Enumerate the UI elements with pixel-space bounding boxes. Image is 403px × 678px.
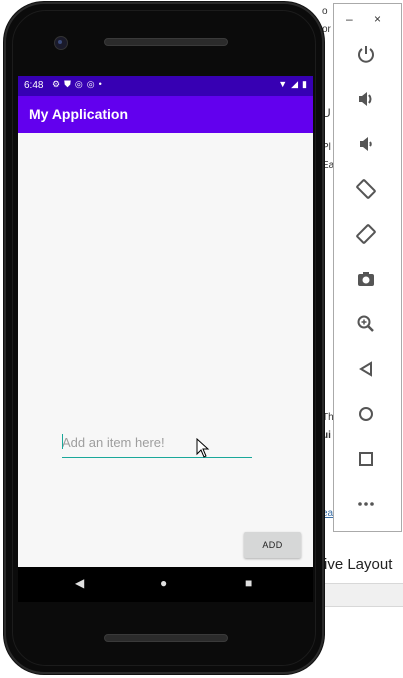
item-input-field[interactable] xyxy=(62,429,252,458)
back-icon xyxy=(359,361,372,377)
rotate-left-button[interactable] xyxy=(354,177,378,201)
close-button[interactable]: × xyxy=(374,12,381,26)
device-screen: 6:48 ⚙ ⛊ ◎ ◎ • ▼ ◢ ▮ My Application ADD xyxy=(18,76,313,567)
volume-up-button[interactable] xyxy=(354,87,378,111)
app-title: My Application xyxy=(29,106,129,122)
status-bar: 6:48 ⚙ ⛊ ◎ ◎ • ▼ ◢ ▮ xyxy=(18,76,313,96)
nav-back-icon[interactable]: ◀ xyxy=(75,576,84,590)
nav-recents-icon[interactable]: ■ xyxy=(245,576,252,590)
bg-layout-text: ive Layout xyxy=(324,556,393,573)
power-button[interactable] xyxy=(354,42,378,66)
status-notification-icons: ⚙ ⛊ ◎ ◎ • xyxy=(52,79,102,90)
overview-button[interactable] xyxy=(354,447,378,471)
item-input[interactable] xyxy=(62,429,252,455)
rotate-right-icon xyxy=(356,224,376,244)
mouse-cursor-icon xyxy=(196,438,210,458)
minimize-button[interactable]: – xyxy=(346,12,353,26)
app-bar: My Application xyxy=(18,96,313,133)
more-button[interactable] xyxy=(354,492,378,516)
top-speaker xyxy=(104,38,228,46)
status-dot: • xyxy=(98,79,102,89)
zoom-icon xyxy=(357,315,374,332)
navigation-bar: ◀ ● ■ xyxy=(18,567,313,602)
screenshot-button[interactable] xyxy=(354,267,378,291)
sync-icon: ◎ xyxy=(74,79,83,89)
volume-down-icon xyxy=(360,137,372,151)
home-icon xyxy=(359,407,373,421)
volume-down-button[interactable] xyxy=(354,132,378,156)
overview-icon xyxy=(359,452,373,466)
status-time: 6:48 xyxy=(24,80,44,91)
status-system-icons: ▼ ◢ ▮ xyxy=(278,79,307,90)
nav-home-icon[interactable]: ● xyxy=(160,576,167,590)
home-button[interactable] xyxy=(354,402,378,426)
power-icon xyxy=(358,46,374,63)
volume-up-icon xyxy=(359,92,372,106)
phone-frame: 6:48 ⚙ ⛊ ◎ ◎ • ▼ ◢ ▮ My Application ADD xyxy=(4,2,324,674)
zoom-button[interactable] xyxy=(354,312,378,336)
back-button[interactable] xyxy=(354,357,378,381)
bg-bar xyxy=(318,583,403,607)
camera-icon xyxy=(358,272,374,286)
bg-fragment: o xyxy=(322,6,328,17)
bottom-speaker xyxy=(104,634,228,642)
sync-icon-2: ◎ xyxy=(86,79,95,89)
wifi-icon: ▼ xyxy=(278,79,288,89)
text-caret xyxy=(62,434,63,449)
emulator-toolbar: – × xyxy=(333,3,402,532)
settings-icon: ⚙ xyxy=(52,79,61,89)
more-icon xyxy=(358,502,374,506)
bg-fragment: or xyxy=(322,24,331,35)
shield-icon: ⛊ xyxy=(64,79,71,89)
rotate-left-icon xyxy=(356,179,376,199)
signal-icon: ◢ xyxy=(291,79,299,89)
add-button[interactable]: ADD xyxy=(244,532,301,558)
battery-icon: ▮ xyxy=(302,79,307,89)
rotate-right-button[interactable] xyxy=(354,222,378,246)
front-camera-icon xyxy=(54,36,68,50)
